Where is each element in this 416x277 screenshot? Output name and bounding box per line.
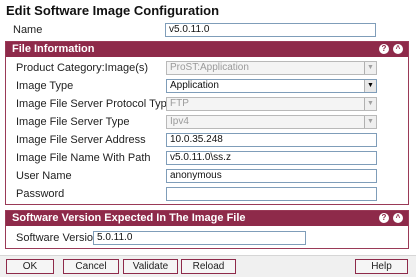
software-version-title: Software Version Expected In The Image F… bbox=[12, 212, 246, 224]
software-version-input[interactable]: 5.0.11.0 bbox=[93, 231, 306, 245]
product-category-value: ProST:Application bbox=[170, 62, 249, 73]
product-category-row: Product Category:Image(s) ProST:Applicat… bbox=[6, 60, 408, 76]
ok-button[interactable]: OK bbox=[6, 259, 54, 274]
protocol-type-label: Image File Server Protocol Type bbox=[16, 98, 173, 110]
server-type-label: Image File Server Type bbox=[16, 116, 130, 128]
software-version-label: Software Version bbox=[16, 232, 100, 244]
chevron-down-icon: ▼ bbox=[364, 98, 376, 110]
help-icon[interactable]: ? bbox=[379, 213, 389, 223]
user-name-input[interactable]: anonymous bbox=[166, 169, 377, 183]
server-type-value: Ipv4 bbox=[170, 116, 189, 127]
user-name-row: User Name anonymous bbox=[6, 168, 408, 184]
name-input[interactable]: v5.0.11.0 bbox=[165, 23, 376, 37]
file-information-title: File Information bbox=[12, 43, 95, 55]
server-address-label: Image File Server Address bbox=[16, 134, 146, 146]
file-name-label: Image File Name With Path bbox=[16, 152, 151, 164]
name-label: Name bbox=[13, 24, 43, 36]
image-type-value: Application bbox=[170, 80, 219, 91]
protocol-type-select: FTP ▼ bbox=[166, 97, 377, 111]
software-version-section: Software Version Expected In The Image F… bbox=[5, 210, 409, 249]
name-row: Name v5.0.11.0 bbox=[5, 22, 409, 38]
collapse-icon[interactable]: ^ bbox=[393, 213, 403, 223]
software-version-header: Software Version Expected In The Image F… bbox=[6, 211, 408, 226]
server-address-row: Image File Server Address 10.0.35.248 bbox=[6, 132, 408, 148]
file-information-section: File Information ? ^ Product Category:Im… bbox=[5, 41, 409, 205]
image-type-select[interactable]: Application ▼ bbox=[166, 79, 377, 93]
file-name-row: Image File Name With Path v5.0.11.0\ss.z bbox=[6, 150, 408, 166]
product-category-label: Product Category:Image(s) bbox=[16, 62, 149, 74]
validate-button[interactable]: Validate bbox=[123, 259, 178, 274]
product-category-select: ProST:Application ▼ bbox=[166, 61, 377, 75]
file-information-header: File Information ? ^ bbox=[6, 42, 408, 57]
chevron-down-icon[interactable]: ▼ bbox=[364, 80, 376, 92]
file-name-input[interactable]: v5.0.11.0\ss.z bbox=[166, 151, 377, 165]
server-address-input[interactable]: 10.0.35.248 bbox=[166, 133, 377, 147]
help-icon[interactable]: ? bbox=[379, 44, 389, 54]
user-name-label: User Name bbox=[16, 170, 72, 182]
page-title: Edit Software Image Configuration bbox=[6, 3, 220, 18]
chevron-down-icon: ▼ bbox=[364, 116, 376, 128]
image-type-label: Image Type bbox=[16, 80, 74, 92]
server-type-select: Ipv4 ▼ bbox=[166, 115, 377, 129]
password-row: Password bbox=[6, 186, 408, 202]
password-label: Password bbox=[16, 188, 65, 200]
cancel-button[interactable]: Cancel bbox=[63, 259, 119, 274]
protocol-type-row: Image File Server Protocol Type FTP ▼ bbox=[6, 96, 408, 112]
help-button[interactable]: Help bbox=[355, 259, 408, 274]
reload-button[interactable]: Reload bbox=[181, 259, 236, 274]
image-type-row: Image Type Application ▼ bbox=[6, 78, 408, 94]
server-type-row: Image File Server Type Ipv4 ▼ bbox=[6, 114, 408, 130]
password-input[interactable] bbox=[166, 187, 377, 201]
chevron-down-icon: ▼ bbox=[364, 62, 376, 74]
collapse-icon[interactable]: ^ bbox=[393, 44, 403, 54]
protocol-type-value: FTP bbox=[170, 98, 189, 109]
button-bar: OK Cancel Validate Reload Help bbox=[0, 255, 416, 277]
software-version-row: Software Version 5.0.11.0 bbox=[6, 230, 408, 246]
